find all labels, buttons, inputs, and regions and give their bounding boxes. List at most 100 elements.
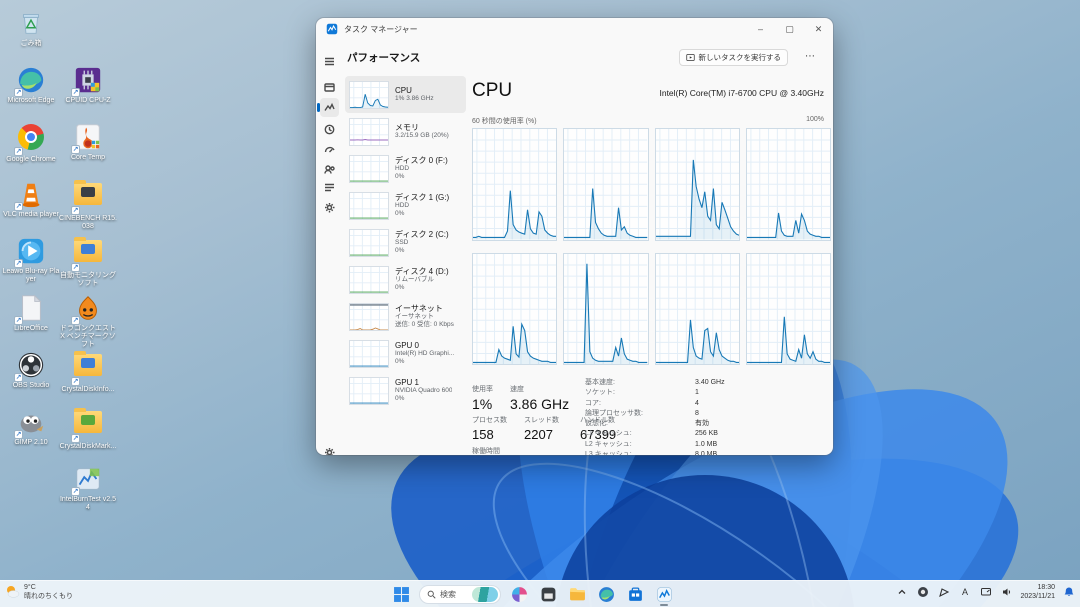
desktop-icon-google-chrome[interactable]: ↗Google Chrome bbox=[2, 122, 60, 164]
cpu-detail-row: L3 キャッシュ:8.0 MB bbox=[585, 450, 765, 455]
sidebar-item--0-f-[interactable]: ディスク 0 (F:)HDD0% bbox=[345, 150, 466, 187]
nav-services-tab[interactable] bbox=[320, 198, 339, 217]
desktop-icon-obs-studio[interactable]: ↗OBS Studio bbox=[2, 350, 60, 390]
sidebar-item-name: イーサネット bbox=[395, 304, 454, 313]
page-title: パフォーマンス bbox=[347, 50, 420, 65]
sidebar-item--2-c-[interactable]: ディスク 2 (C:)SSD0% bbox=[345, 224, 466, 261]
usage-label: 使用率 bbox=[472, 386, 493, 393]
gimp-icon: ↗ bbox=[16, 407, 46, 437]
desktop-icon-leawo-blu-ray-player[interactable]: ↗ Leawo Blu-ray Player bbox=[2, 236, 60, 284]
desktop-icon-dqx-benchmark[interactable]: ↗ドラゴンクエストX ベンチマークソフト bbox=[59, 293, 117, 349]
cpu-detail-row: L1 キャッシュ:256 KB bbox=[585, 429, 765, 439]
taskbar-icon-widgets[interactable] bbox=[508, 583, 530, 605]
sidebar-item--[interactable]: イーサネットイーサネット送信: 0 受信: 0 Kbps bbox=[345, 298, 466, 335]
notification-bell-icon[interactable] bbox=[1061, 585, 1076, 600]
cpu-detail-row: 仮想化:有効 bbox=[585, 419, 765, 429]
desktop-icon-crystaldiskinfo-folder[interactable]: ↗CrystalDiskInfo... bbox=[59, 350, 117, 394]
performance-icon bbox=[324, 102, 335, 113]
ime-mode-indicator[interactable]: A bbox=[957, 585, 972, 600]
desktop-icon-label: VLC media player bbox=[2, 211, 60, 219]
shortcut-arrow-icon: ↗ bbox=[71, 316, 80, 325]
sidebar-item-sub2: 0% bbox=[395, 358, 454, 366]
processes-icon bbox=[324, 82, 335, 93]
cpu-chart-cpu-7 bbox=[746, 253, 831, 366]
search-box[interactable]: 検索 bbox=[419, 585, 501, 604]
taskbar-icon-store[interactable] bbox=[624, 583, 646, 605]
taskbar-clock[interactable]: 18:30 2023/11/21 bbox=[1020, 583, 1055, 601]
minimize-button[interactable]: – bbox=[746, 18, 775, 40]
sidebar-item--4-d-[interactable]: ディスク 4 (D:)リムーバブル0% bbox=[345, 261, 466, 298]
processor-name: Intel(R) Core(TM) i7-6700 CPU @ 3.40GHz bbox=[659, 88, 824, 98]
cpu-chart-cpu-3 bbox=[746, 128, 831, 241]
sidebar-item-gpu-0[interactable]: GPU 0Intel(R) HD Graphi...0% bbox=[345, 335, 466, 372]
sidebar-item-name: ディスク 0 (F:) bbox=[395, 156, 448, 165]
cpu-chart-cpu-1 bbox=[563, 128, 648, 241]
nav-settings-button[interactable] bbox=[320, 443, 339, 455]
maximize-button[interactable]: ▢ bbox=[775, 18, 804, 40]
desktop-icon-cpuid-cpu-z[interactable]: ↗CPUID CPU-Z bbox=[59, 65, 117, 105]
taskbar-icon-file-explorer[interactable] bbox=[566, 583, 588, 605]
desktop-icon-libreoffice[interactable]: ↗LibreOffice bbox=[2, 293, 60, 333]
shortcut-arrow-icon: ↗ bbox=[71, 377, 80, 386]
taskbar-weather-widget[interactable]: 9°C 晴れのちくもり bbox=[4, 583, 73, 601]
processes-label: プロセス数 bbox=[472, 417, 507, 424]
tray-obs-icon[interactable] bbox=[915, 585, 930, 600]
volume-icon[interactable] bbox=[999, 585, 1014, 600]
taskbar-icon-edge[interactable] bbox=[595, 583, 617, 605]
sidebar-item-gpu-1[interactable]: GPU 1NVIDIA Quadro 6000% bbox=[345, 372, 466, 409]
desktop-icon-gimp[interactable]: ↗GIMP 2.10 bbox=[2, 407, 60, 447]
cpu-detail-row: 論理プロセッサ数:8 bbox=[585, 409, 765, 419]
desktop-icon-core-temp[interactable]: ↗Core Temp bbox=[59, 122, 117, 162]
leawo-blu-ray-player-icon: ↗ bbox=[16, 236, 46, 266]
desktop-icon-crystaldiskmark-folder[interactable]: ↗CrystalDiskMark... bbox=[59, 407, 117, 451]
desktop-icon-microsoft-edge[interactable]: ↗Microsoft Edge bbox=[2, 65, 60, 105]
sidebar-item-sub1: NVIDIA Quadro 600 bbox=[395, 387, 452, 395]
nav-details-tab[interactable] bbox=[320, 178, 339, 197]
hidden-icons-chevron[interactable] bbox=[894, 585, 909, 600]
sidebar-item-cpu[interactable]: CPU1% 3.86 GHz bbox=[345, 76, 466, 113]
desktop-icon-monitoring-folder[interactable]: ↗自動モニタリング ソフト bbox=[59, 236, 117, 288]
desktop: ごみ箱 ↗Microsoft Edge↗CPUID CPU-Z ↗Google Ch… bbox=[0, 0, 1080, 607]
nav-app-history-tab[interactable] bbox=[320, 120, 339, 139]
sidebar-item--[interactable]: メモリ3.2/15.9 GB (20%) bbox=[345, 113, 466, 150]
shortcut-arrow-icon: ↗ bbox=[14, 202, 23, 211]
close-button[interactable]: ✕ bbox=[804, 18, 833, 40]
tray-cursor-icon[interactable] bbox=[936, 585, 951, 600]
sidebar-item-sub2: 0% bbox=[395, 210, 449, 218]
desktop-icon-cinebench-folder[interactable]: ↗CINEBENCH R15.038 bbox=[59, 179, 117, 231]
taskbar-icon-dark-app[interactable] bbox=[537, 583, 559, 605]
nav-processes-tab[interactable] bbox=[320, 78, 339, 97]
taskbar-icon-task-manager[interactable] bbox=[653, 583, 675, 605]
sidebar-item--1-g-[interactable]: ディスク 1 (G:)HDD0% bbox=[345, 187, 466, 224]
crystaldiskinfo-folder-icon: ↗ bbox=[73, 354, 103, 384]
chart-scale-label: 100% bbox=[806, 116, 824, 123]
desktop-icon-vlc-media-player[interactable]: ↗VLC media player bbox=[2, 179, 60, 219]
desktop-icon-intelburntest[interactable]: ↗IntelBurnTest v2.54 bbox=[59, 464, 117, 512]
more-options-button[interactable]: ⋯ bbox=[801, 49, 819, 66]
desktop-icon-label: CINEBENCH R15.038 bbox=[59, 215, 117, 231]
sidebar-item-name: メモリ bbox=[395, 123, 449, 132]
chart-caption: 60 秒間の使用率 (%) bbox=[472, 116, 537, 126]
nav-performance-tab[interactable] bbox=[320, 98, 339, 117]
nav-startup-apps-tab[interactable] bbox=[320, 140, 339, 159]
desktop-icon-label: Core Temp bbox=[59, 154, 117, 162]
desktop-icon-label: 自動モニタリング ソフト bbox=[59, 272, 117, 288]
cast-display-icon[interactable] bbox=[978, 585, 993, 600]
vlc-media-player-icon: ↗ bbox=[16, 179, 46, 209]
shortcut-arrow-icon: ↗ bbox=[14, 147, 23, 156]
desktop-icon-label: OBS Studio bbox=[2, 382, 60, 390]
run-new-task-button[interactable]: 新しいタスクを実行する bbox=[679, 49, 789, 66]
desktop-icon-recycle-bin[interactable]: ごみ箱 bbox=[2, 8, 60, 48]
weather-condition: 晴れのちくもり bbox=[24, 592, 73, 601]
details-icon bbox=[324, 182, 335, 193]
nav-users-tab[interactable] bbox=[320, 160, 339, 179]
desktop-icon-label: Leawo Blu-ray Player bbox=[2, 268, 60, 284]
desktop-icon-label: LibreOffice bbox=[2, 325, 60, 333]
title-bar[interactable]: タスク マネージャー – ▢ ✕ bbox=[316, 18, 833, 40]
dqx-benchmark-icon: ↗ bbox=[73, 293, 103, 323]
desktop-icon-label: ドラゴンクエストX ベンチマークソフト bbox=[59, 325, 117, 349]
start-button[interactable] bbox=[390, 583, 412, 605]
menu-icon bbox=[324, 56, 335, 67]
system-tray: A 18:30 2023/11/21 bbox=[894, 583, 1076, 601]
nav-menu-button[interactable] bbox=[320, 52, 339, 71]
